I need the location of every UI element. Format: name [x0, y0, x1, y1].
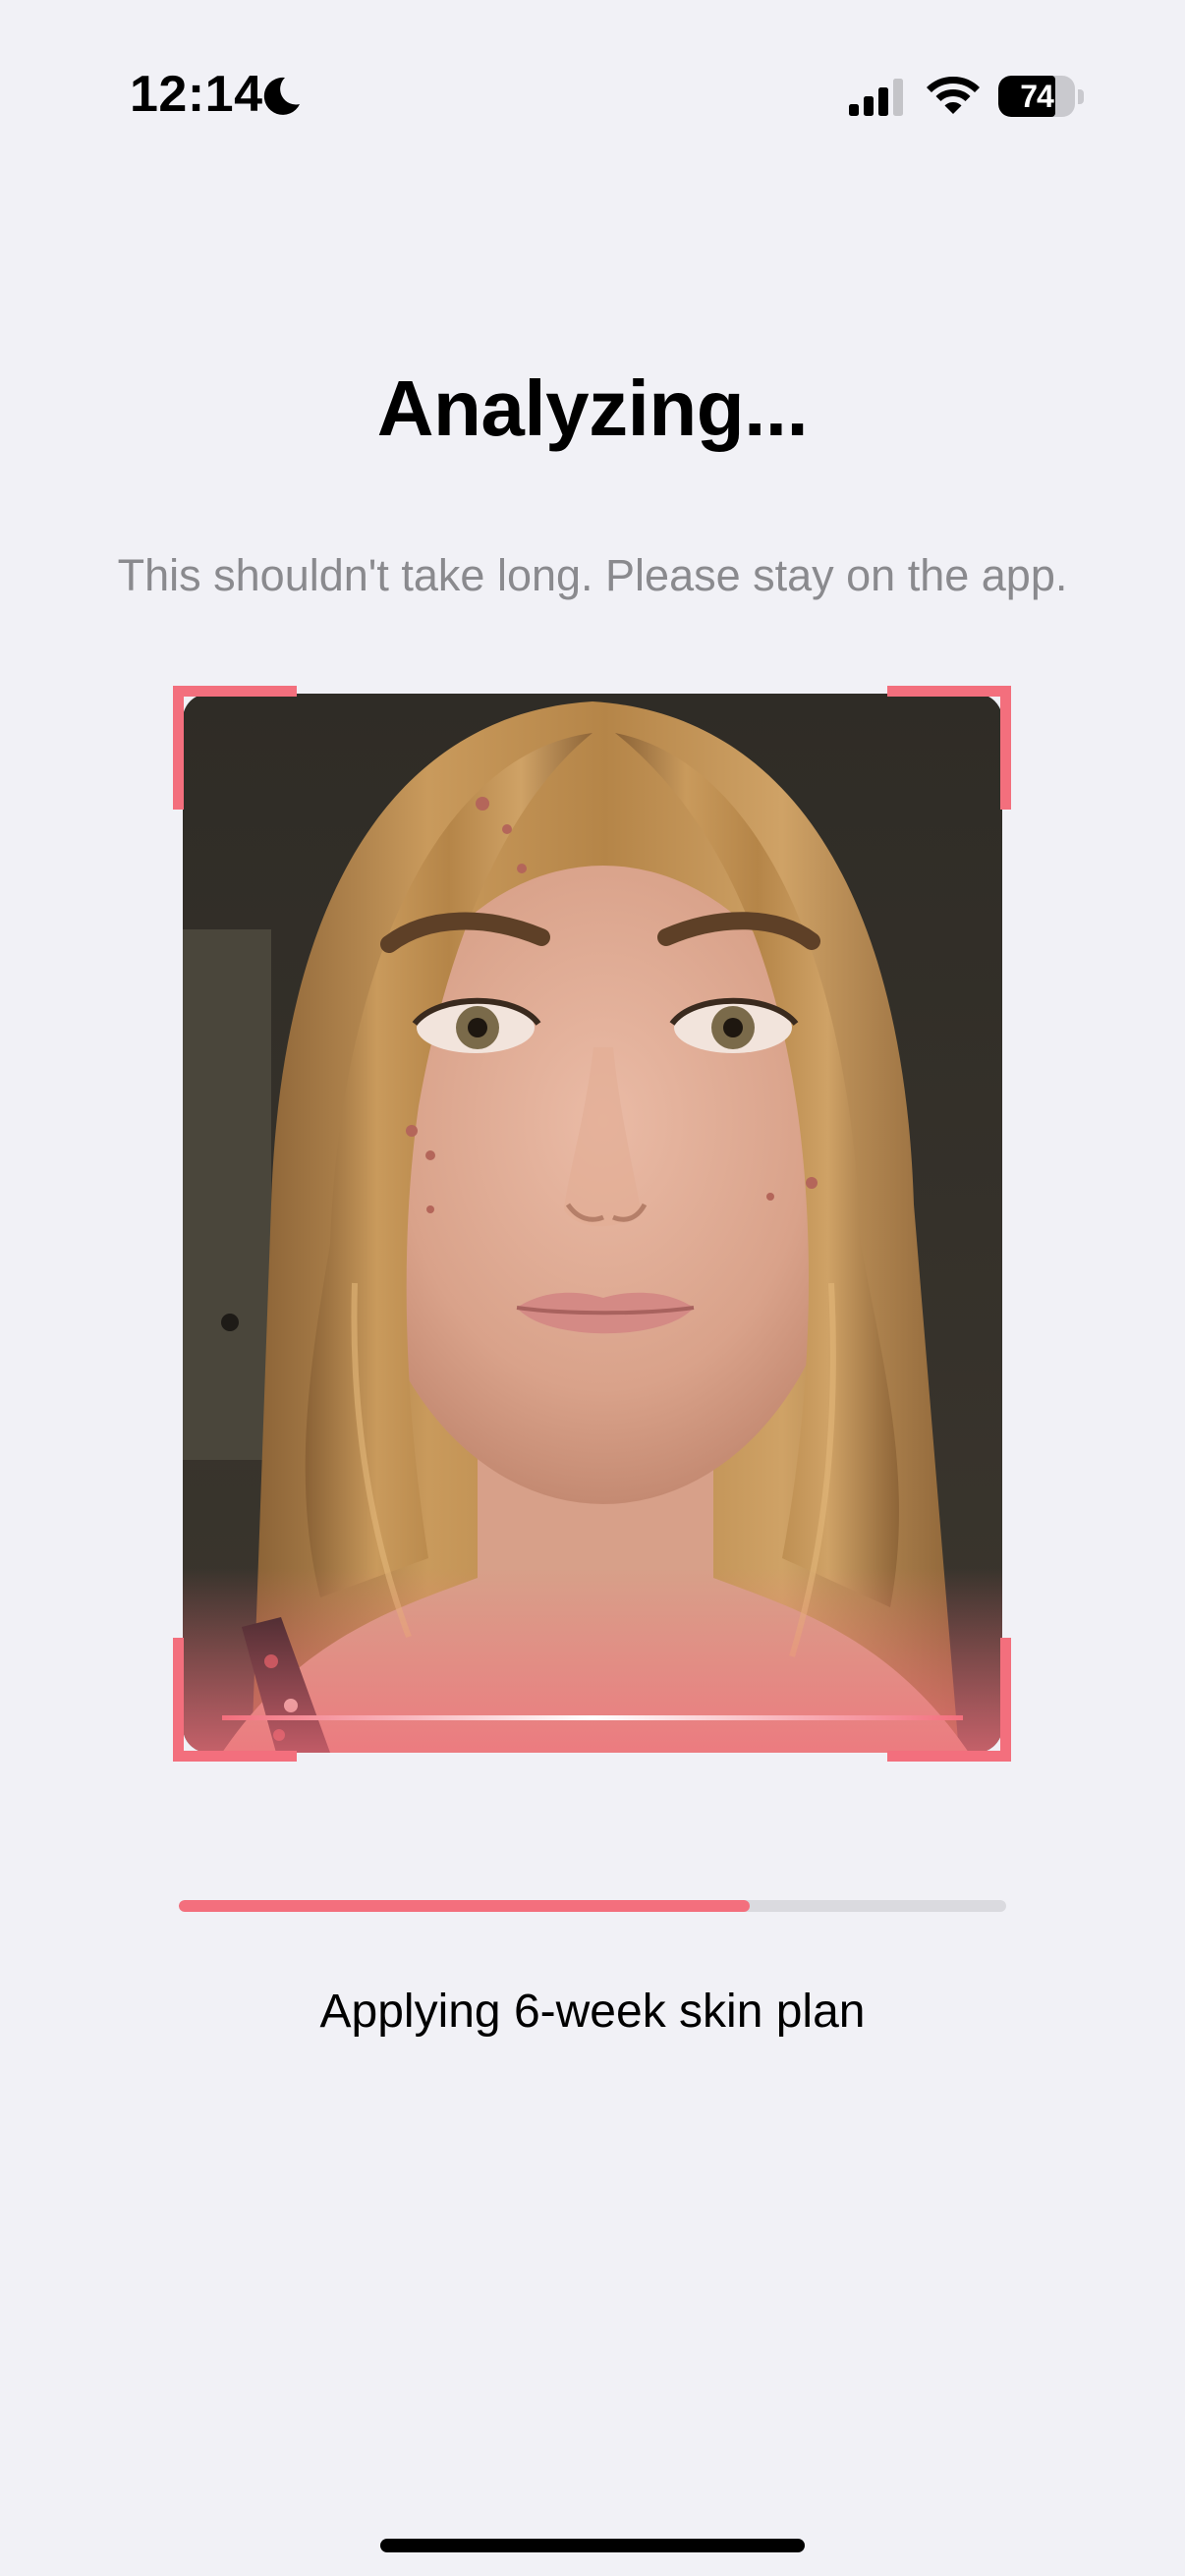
page-subtitle: This shouldn't take long. Please stay on… — [117, 550, 1068, 600]
scan-corner-bottom-left — [173, 1638, 297, 1762]
progress-bar — [179, 1900, 1006, 1912]
page-title: Analyzing... — [376, 364, 809, 452]
battery-body: 74 — [998, 76, 1075, 117]
status-time: 12:14 — [130, 66, 263, 123]
face-photo — [183, 694, 1002, 1753]
progress-bar-fill — [179, 1900, 750, 1912]
battery-cap — [1078, 89, 1084, 104]
scan-corner-top-left — [173, 686, 297, 810]
progress-status-label: Applying 6-week skin plan — [319, 1986, 866, 2038]
wifi-icon — [927, 77, 980, 114]
battery-icon: 74 — [998, 76, 1084, 117]
scan-corner-bottom-right — [887, 1638, 1011, 1762]
battery-percent: 74 — [1020, 79, 1054, 114]
scan-corner-top-right — [887, 686, 1011, 810]
face-selfie-illustration — [183, 694, 1002, 1753]
cellular-signal-icon — [849, 79, 903, 116]
status-bar: 12:14 74 — [0, 0, 1185, 157]
home-indicator[interactable] — [380, 2539, 805, 2552]
moon-icon — [263, 77, 300, 115]
